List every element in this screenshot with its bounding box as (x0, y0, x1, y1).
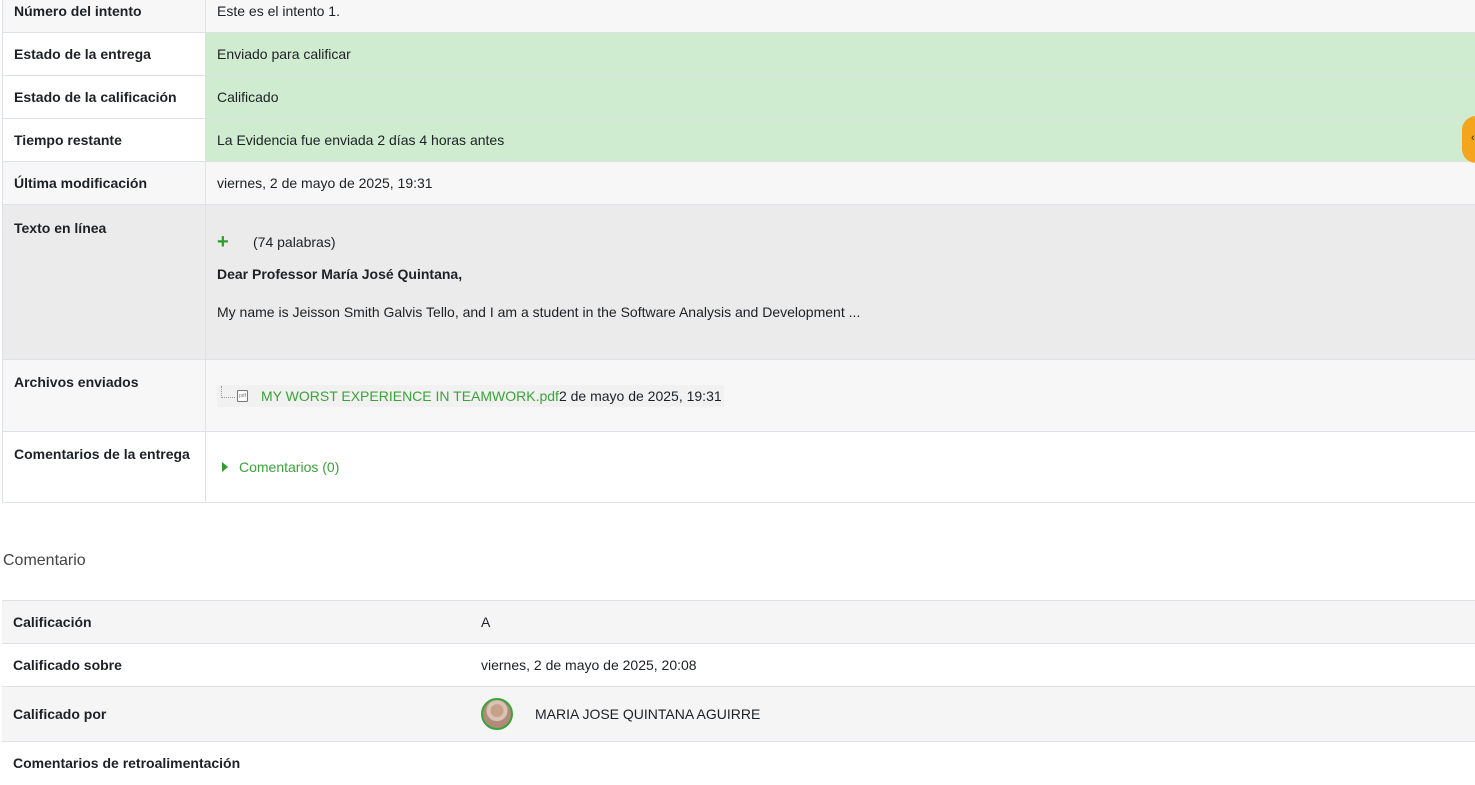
grade-label: Calificación (2, 601, 469, 644)
row-graded-by: Calificado por MARIA JOSE QUINTANA AGUIR… (2, 687, 1475, 742)
attempt-number-label: Número del intento (3, 0, 206, 33)
row-grade: Calificación A (2, 601, 1475, 644)
grading-status-value: Calificado (206, 76, 1475, 119)
graded-on-label: Calificado sobre (2, 644, 469, 687)
word-count: (74 palabras) (253, 234, 336, 250)
online-text-excerpt: My name is Jeisson Smith Galvis Tello, a… (217, 304, 1471, 320)
attempt-number-value: Este es el intento 1. (206, 0, 1475, 33)
time-remaining-value: La Evidencia fue enviada 2 días 4 horas … (206, 119, 1475, 162)
file-link[interactable]: MY WORST EXPERIENCE IN TEAMWORK.pdf (261, 388, 559, 404)
grader-name: MARIA JOSE QUINTANA AGUIRRE (535, 706, 760, 722)
graded-by-cell: MARIA JOSE QUINTANA AGUIRRE (469, 687, 1475, 742)
chevron-left-icon[interactable]: ‹ (1471, 132, 1475, 144)
row-last-modified: Última modificación viernes, 2 de mayo d… (3, 162, 1475, 205)
online-text-greeting: Dear Professor María José Quintana, (217, 266, 1471, 282)
online-text-expand[interactable]: + (74 palabras) (217, 232, 1471, 252)
grading-status-label: Estado de la calificación (3, 76, 206, 119)
graded-by-label: Calificado por (2, 687, 469, 742)
feedback-comments-label: Comentarios de retroalimentación (2, 742, 469, 785)
submission-status-table: Número del intento Este es el intento 1.… (2, 0, 1475, 503)
submission-status-value: Enviado para calificar (206, 33, 1475, 76)
row-online-text: Texto en línea + (74 palabras) Dear Prof… (3, 205, 1475, 360)
row-time-remaining: Tiempo restante La Evidencia fue enviada… (3, 119, 1475, 162)
time-remaining-label: Tiempo restante (3, 119, 206, 162)
comments-toggle-label[interactable]: Comentarios (0) (239, 459, 339, 475)
file-item: pdf MY WORST EXPERIENCE IN TEAMWORK.pdf … (217, 385, 724, 407)
tree-connector (221, 386, 235, 398)
plus-icon[interactable]: + (217, 232, 253, 252)
comments-toggle[interactable]: Comentarios (0) (217, 459, 339, 475)
side-drawer-toggle[interactable]: ‹ (1462, 116, 1475, 163)
caret-right-icon[interactable] (222, 462, 228, 472)
row-submitted-files: Archivos enviados pdf MY WORST EXPERIENC… (3, 360, 1475, 432)
online-text-label: Texto en línea (3, 205, 206, 360)
feedback-comments-value (469, 742, 1475, 785)
row-attempt-number: Número del intento Este es el intento 1. (3, 0, 1475, 33)
grader: MARIA JOSE QUINTANA AGUIRRE (481, 698, 1471, 730)
file-pdf-icon: pdf (237, 390, 248, 402)
submitted-files-cell: pdf MY WORST EXPERIENCE IN TEAMWORK.pdf … (206, 360, 1475, 432)
graded-on-value: viernes, 2 de mayo de 2025, 20:08 (469, 644, 1475, 687)
last-modified-value: viernes, 2 de mayo de 2025, 19:31 (206, 162, 1475, 205)
submission-status-label: Estado de la entrega (3, 33, 206, 76)
grade-value: A (469, 601, 1475, 644)
file-date: 2 de mayo de 2025, 19:31 (559, 388, 722, 404)
row-feedback-comments: Comentarios de retroalimentación (2, 742, 1475, 785)
row-grading-status: Estado de la calificación Calificado (3, 76, 1475, 119)
submission-comments-cell: Comentarios (0) (206, 432, 1475, 503)
row-submission-comments: Comentarios de la entrega Comentarios (0… (3, 432, 1475, 503)
last-modified-label: Última modificación (3, 162, 206, 205)
feedback-table: Calificación A Calificado sobre viernes,… (2, 600, 1475, 785)
row-graded-on: Calificado sobre viernes, 2 de mayo de 2… (2, 644, 1475, 687)
feedback-heading: Comentario (3, 552, 86, 570)
user-avatar[interactable] (481, 698, 513, 730)
online-text-cell: + (74 palabras) Dear Professor María Jos… (206, 205, 1475, 360)
submitted-files-label: Archivos enviados (3, 360, 206, 432)
row-submission-status: Estado de la entrega Enviado para califi… (3, 33, 1475, 76)
submission-comments-label: Comentarios de la entrega (3, 432, 206, 503)
